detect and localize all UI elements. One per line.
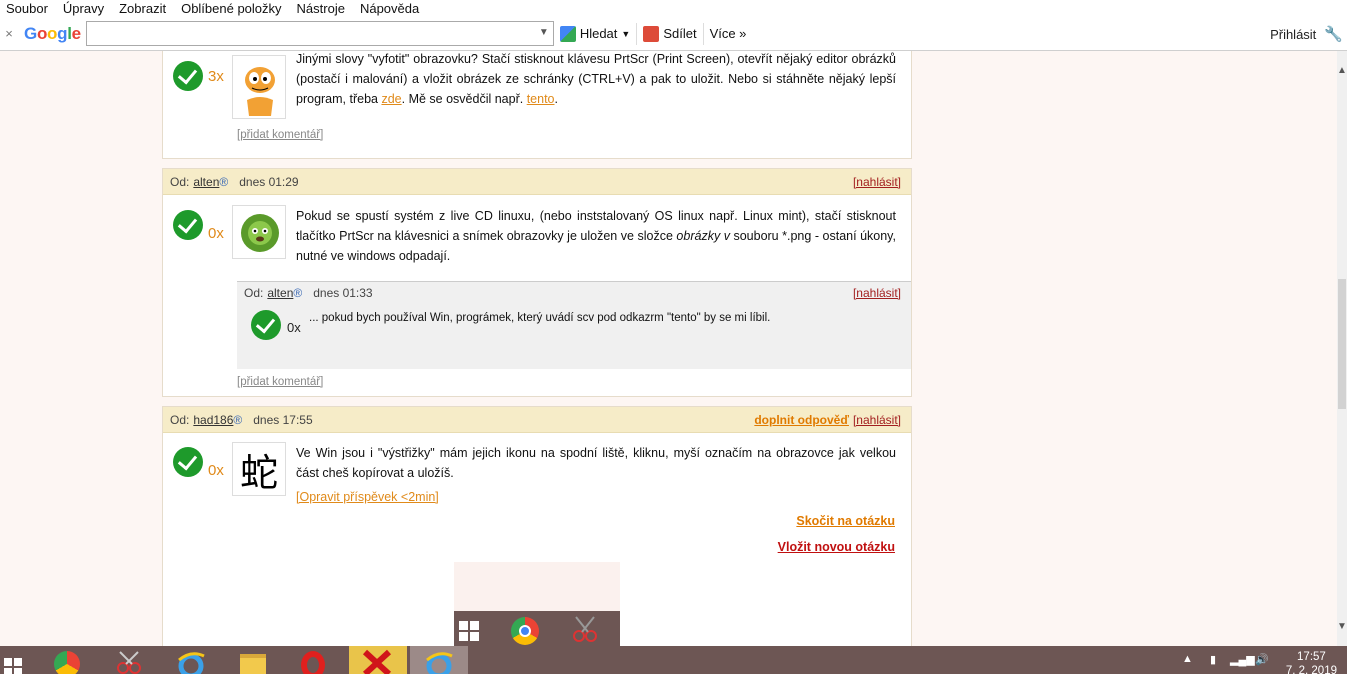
- menu-bar: Soubor Úpravy Zobrazit Oblíbené položky …: [0, 0, 1347, 17]
- wrench-icon[interactable]: 🔧: [1324, 25, 1343, 43]
- chevron-down-icon: ▼: [621, 28, 631, 39]
- share-button[interactable]: Sdílet: [637, 21, 702, 46]
- menu-file[interactable]: Soubor: [0, 0, 57, 17]
- post-date: dnes 01:33: [313, 286, 373, 300]
- taskbar-chrome[interactable]: [52, 646, 86, 674]
- taskbar: ▲ ▮ ▂▄▆ 🔊 17:57 7. 2. 2019: [0, 646, 1347, 674]
- page-content: 3x Jinými slovy "vyfotit" obrazovku? Sta…: [0, 51, 1337, 646]
- embedded-screenshot-image: [454, 562, 620, 646]
- edit-post-link[interactable]: [Opravit příspěvek <2min]: [296, 490, 439, 504]
- battery-icon[interactable]: ▮: [1210, 653, 1216, 666]
- link-zde[interactable]: zde: [381, 92, 401, 106]
- answer-header: Od: alten ® dnes 01:29 [nahlásit]: [163, 169, 911, 195]
- menu-edit[interactable]: Úpravy: [57, 0, 113, 17]
- check-icon[interactable]: [251, 310, 281, 340]
- google-search-input[interactable]: ▼: [85, 21, 554, 46]
- taskbar-ie-active[interactable]: [410, 646, 468, 674]
- reply-text: ... pokud bych používal Win, prográmek, …: [309, 312, 771, 324]
- answer-text: Pokud se spustí systém z live CD linuxu,…: [296, 209, 896, 263]
- menu-help[interactable]: Nápověda: [354, 0, 428, 17]
- answer-text: Jinými slovy "vyfotit" obrazovku? Stačí …: [296, 52, 896, 106]
- answer-panel: Od: had186 ® dnes 17:55 doplnit odpověď […: [162, 406, 912, 646]
- vote-count: 0x: [208, 225, 224, 242]
- new-question-link[interactable]: Vložit novou otázku: [778, 540, 895, 554]
- scroll-up-icon[interactable]: ▲: [1337, 65, 1347, 76]
- chrome-icon: [54, 651, 80, 674]
- search-button[interactable]: Hledat ▼: [554, 21, 637, 46]
- scrollbar-thumb[interactable]: [1338, 279, 1346, 409]
- author-link[interactable]: alten: [267, 286, 293, 300]
- network-icon[interactable]: ▂▄▆: [1230, 653, 1255, 666]
- post-date: dnes 17:55: [253, 412, 313, 427]
- taskbar-snipping-tool[interactable]: [112, 646, 146, 674]
- complete-answer-link[interactable]: doplnit odpověď: [754, 413, 849, 427]
- x-app-icon: [362, 649, 392, 674]
- author-link[interactable]: had186: [193, 413, 233, 427]
- clock-date: 7. 2. 2019: [1285, 665, 1337, 674]
- menu-tools[interactable]: Nástroje: [291, 0, 354, 17]
- add-comment-link[interactable]: [přidat komentář]: [237, 376, 323, 388]
- taskbar-file-explorer[interactable]: [236, 646, 270, 674]
- jump-to-question-link[interactable]: Skočit na otázku: [796, 514, 895, 528]
- avatar: [232, 55, 286, 119]
- snipping-tool-icon: [570, 614, 602, 644]
- add-comment-link[interactable]: [přidat komentář]: [237, 129, 323, 141]
- taskbar-app-active[interactable]: [349, 646, 407, 674]
- menu-favorites[interactable]: Oblíbené položky: [175, 0, 290, 17]
- vertical-scrollbar[interactable]: ▲ ▼: [1337, 51, 1347, 646]
- vote-count: 0x: [208, 462, 224, 479]
- clock-time: 17:57: [1297, 651, 1326, 663]
- avatar: [232, 205, 286, 259]
- tray-overflow-icon[interactable]: ▲: [1182, 653, 1193, 665]
- report-link[interactable]: [nahlásit]: [853, 286, 901, 300]
- snipping-tool-icon: [117, 651, 141, 674]
- volume-icon[interactable]: 🔊: [1255, 653, 1269, 666]
- vote-count: 0x: [287, 320, 301, 335]
- answer-text: Ve Win jsou i "výstřižky" mám jejich iko…: [296, 446, 896, 480]
- search-button-label: Hledat: [579, 26, 618, 41]
- chrome-icon: [511, 617, 539, 645]
- reply-block: Od: alten ® dnes 01:33 [nahlásit] 0x ... …: [237, 281, 911, 369]
- windows-icon: [458, 620, 480, 642]
- post-date: dnes 01:29: [239, 174, 299, 189]
- author-link[interactable]: alten: [193, 175, 219, 189]
- folder-icon: [240, 654, 266, 674]
- link-tento[interactable]: tento: [527, 92, 555, 106]
- answer-header: Od: had186 ® dnes 17:55 doplnit odpověď […: [163, 407, 911, 433]
- search-icon: [559, 25, 576, 42]
- avatar: 蛇: [232, 442, 286, 496]
- internet-explorer-icon: [426, 652, 453, 674]
- reply-header: Od: alten ® dnes 01:33 [nahlásit]: [244, 286, 901, 300]
- more-button-label: Více »: [709, 26, 747, 41]
- opera-icon: [301, 651, 325, 674]
- google-toolbar: × Google ▼ Hledat ▼ Sdílet Více » Přihlá…: [0, 17, 1347, 51]
- report-link[interactable]: [nahlásit]: [853, 175, 901, 189]
- more-button[interactable]: Více »: [704, 21, 753, 46]
- answer-panel: 3x Jinými slovy "vyfotit" obrazovku? Sta…: [162, 51, 912, 159]
- check-icon[interactable]: [173, 447, 203, 477]
- google-logo: Google: [24, 23, 81, 43]
- internet-explorer-icon: [178, 652, 205, 674]
- taskbar-opera[interactable]: [296, 646, 330, 674]
- share-icon: [643, 25, 660, 42]
- close-toolbar-icon[interactable]: ×: [2, 26, 16, 41]
- share-button-label: Sdílet: [663, 26, 697, 41]
- menu-view[interactable]: Zobrazit: [113, 0, 175, 17]
- avatar-glyph: 蛇: [239, 450, 278, 495]
- check-icon[interactable]: [173, 210, 203, 240]
- signin-link[interactable]: Přihlásit: [1270, 27, 1316, 42]
- scroll-down-icon[interactable]: ▼: [1337, 621, 1347, 632]
- clock[interactable]: 17:57 7. 2. 2019: [1286, 650, 1337, 674]
- chevron-down-icon[interactable]: ▼: [539, 27, 549, 38]
- report-link[interactable]: [nahlásit]: [853, 413, 901, 427]
- vote-count: 3x: [208, 68, 224, 85]
- check-icon[interactable]: [173, 61, 203, 91]
- taskbar-ie[interactable]: [174, 646, 208, 674]
- start-button[interactable]: [0, 646, 28, 674]
